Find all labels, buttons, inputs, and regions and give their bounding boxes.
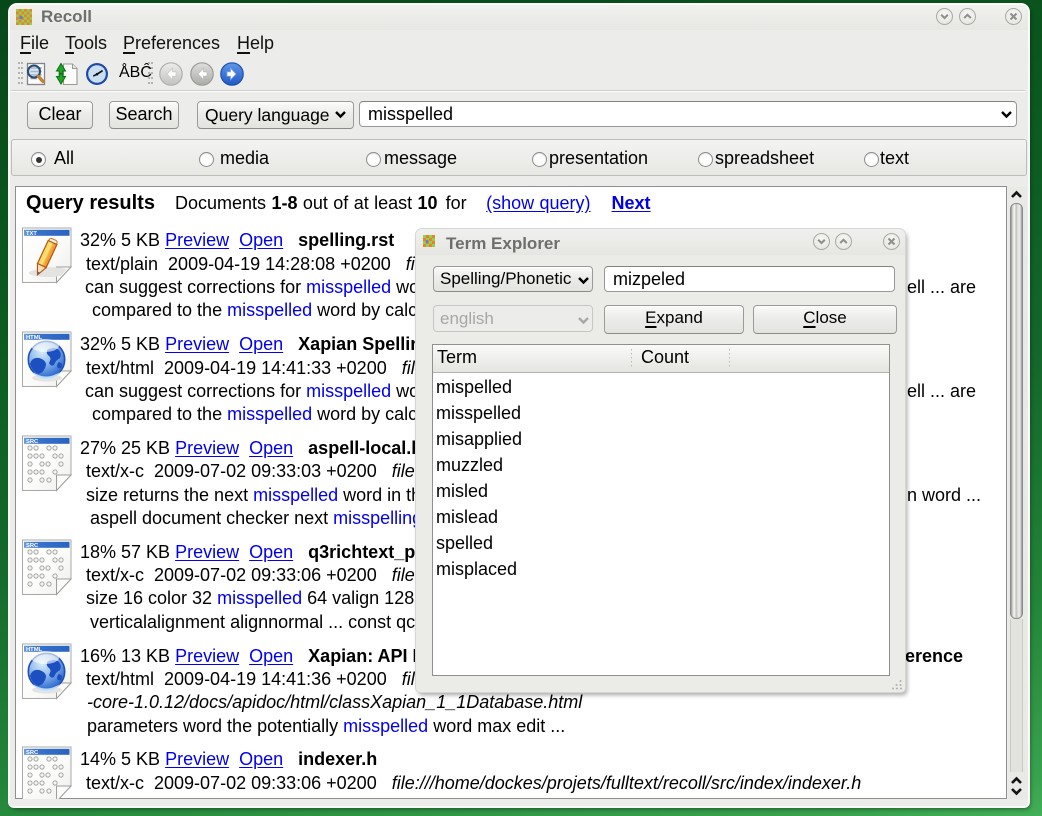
svg-text:SRC: SRC [26,543,39,549]
svg-text:TXT: TXT [26,231,37,237]
svg-text:SRC: SRC [26,439,39,445]
svg-text:SRC: SRC [26,750,39,756]
